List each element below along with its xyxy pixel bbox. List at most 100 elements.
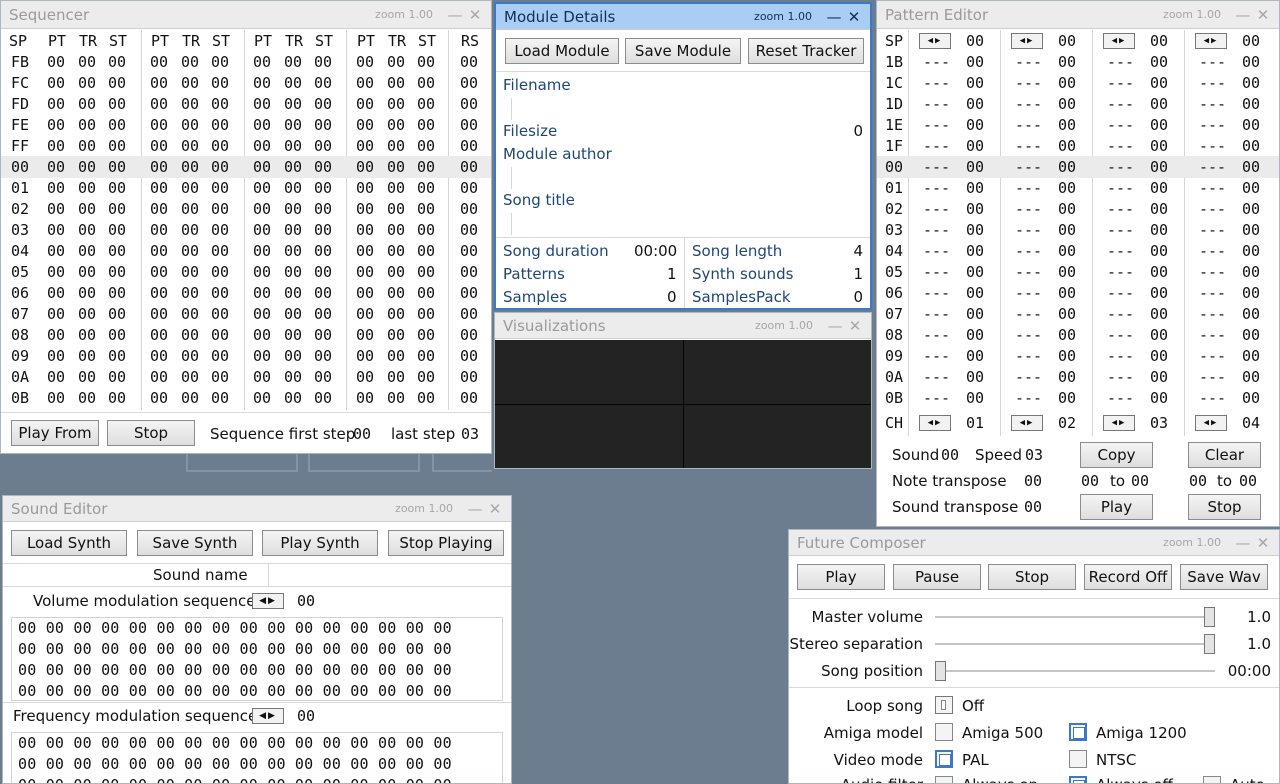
pattern-row[interactable]: 1B --- 00 --- 00 --- 00 --- 00: [877, 51, 1279, 73]
sequence-row[interactable]: 09 00 00 00 00 00 00 00 00 00 00 00 00 00: [1, 345, 491, 367]
note-cell[interactable]: ---: [1199, 240, 1226, 262]
sequence-cell[interactable]: 00: [253, 240, 271, 262]
sequence-cell[interactable]: 00: [460, 219, 478, 241]
sequence-cell[interactable]: 00: [314, 303, 332, 325]
sequence-cell[interactable]: 00: [314, 177, 332, 199]
sequence-cell[interactable]: 00: [460, 156, 478, 178]
sequence-line[interactable]: 00 00 00 00 00 00 00 00 00 00 00 00 00 0…: [18, 619, 452, 637]
sequence-cell[interactable]: 00: [47, 240, 65, 262]
sequence-cell[interactable]: 00: [460, 135, 478, 157]
sequence-cell[interactable]: 00: [150, 303, 168, 325]
sequence-cell[interactable]: 00: [314, 219, 332, 241]
channel-stepper[interactable]: ◀▶: [1011, 33, 1043, 49]
sequence-cell[interactable]: 00: [387, 198, 405, 220]
note-cell[interactable]: ---: [1199, 198, 1226, 220]
value-cell[interactable]: 00: [1242, 156, 1260, 178]
sequence-cell[interactable]: 00: [211, 93, 229, 115]
sequence-cell[interactable]: 00: [284, 366, 302, 388]
note-cell[interactable]: ---: [1107, 51, 1134, 73]
note-cell[interactable]: ---: [1199, 303, 1226, 325]
sequence-row[interactable]: 08 00 00 00 00 00 00 00 00 00 00 00 00 00: [1, 324, 491, 346]
sequence-row[interactable]: FC 00 00 00 00 00 00 00 00 00 00 00 00 00: [1, 72, 491, 94]
value-cell[interactable]: 00: [1242, 366, 1260, 388]
sequence-cell[interactable]: 00: [417, 135, 435, 157]
transpose-value[interactable]: 00: [1150, 30, 1168, 52]
module-details-titlebar[interactable]: Module Details zoom 1.00 — ✕: [496, 4, 870, 30]
sequence-cell[interactable]: 00: [78, 219, 96, 241]
value-cell[interactable]: 00: [1150, 303, 1168, 325]
load-synth-button[interactable]: Load Synth: [11, 530, 127, 556]
sequence-cell[interactable]: 00: [150, 324, 168, 346]
sequence-cell[interactable]: 00: [47, 177, 65, 199]
note-cell[interactable]: ---: [1199, 219, 1226, 241]
sequence-cell[interactable]: 00: [284, 156, 302, 178]
sequence-cell[interactable]: 00: [150, 240, 168, 262]
sequence-cell[interactable]: 00: [314, 345, 332, 367]
note-cell[interactable]: ---: [1015, 324, 1042, 346]
first-step-value[interactable]: 00: [353, 425, 371, 443]
sound-value[interactable]: 00: [941, 446, 959, 464]
sequence-cell[interactable]: 00: [150, 72, 168, 94]
sequence-cell[interactable]: 00: [78, 93, 96, 115]
sequence-cell[interactable]: 00: [181, 366, 199, 388]
sequence-row[interactable]: 04 00 00 00 00 00 00 00 00 00 00 00 00 00: [1, 240, 491, 262]
minimize-icon[interactable]: —: [1233, 6, 1253, 24]
value-cell[interactable]: 00: [1150, 198, 1168, 220]
note-cell[interactable]: ---: [1107, 114, 1134, 136]
note-cell[interactable]: ---: [1015, 219, 1042, 241]
sequence-cell[interactable]: 00: [253, 114, 271, 136]
note-cell[interactable]: ---: [923, 219, 950, 241]
sequence-cell[interactable]: 00: [314, 282, 332, 304]
sequence-cell[interactable]: 00: [387, 324, 405, 346]
sequence-row[interactable]: 00 00 00 00 00 00 00 00 00 00 00 00 00 00: [1, 156, 491, 178]
value-cell[interactable]: 00: [1150, 51, 1168, 73]
value-cell[interactable]: 00: [966, 114, 984, 136]
value-cell[interactable]: 00: [1058, 114, 1076, 136]
song-position-slider[interactable]: [935, 661, 1215, 681]
loop-song-toggle[interactable]: [935, 696, 953, 714]
sequence-cell[interactable]: 00: [211, 366, 229, 388]
value-cell[interactable]: 00: [966, 282, 984, 304]
sequence-cell[interactable]: 00: [314, 366, 332, 388]
amiga-1200-radio[interactable]: [1069, 723, 1087, 741]
sequence-cell[interactable]: 00: [460, 282, 478, 304]
sequence-cell[interactable]: 00: [211, 114, 229, 136]
sequence-cell[interactable]: 00: [108, 135, 126, 157]
sequence-cell[interactable]: 00: [47, 219, 65, 241]
sequence-cell[interactable]: 00: [284, 261, 302, 283]
value-cell[interactable]: 00: [966, 303, 984, 325]
sequence-cell[interactable]: 00: [253, 345, 271, 367]
sequence-cell[interactable]: 00: [47, 114, 65, 136]
stop-playing-button[interactable]: Stop Playing: [388, 530, 504, 556]
value-cell[interactable]: 00: [966, 345, 984, 367]
note-cell[interactable]: ---: [1107, 366, 1134, 388]
sequence-cell[interactable]: 00: [150, 261, 168, 283]
reset-tracker-button[interactable]: Reset Tracker: [748, 38, 864, 64]
sequence-cell[interactable]: 00: [181, 93, 199, 115]
value-cell[interactable]: 00: [1150, 366, 1168, 388]
minimize-icon[interactable]: —: [465, 500, 485, 518]
sequence-cell[interactable]: 00: [417, 345, 435, 367]
sequence-cell[interactable]: 00: [314, 114, 332, 136]
sequence-cell[interactable]: 00: [253, 135, 271, 157]
pattern-row[interactable]: 1C --- 00 --- 00 --- 00 --- 00: [877, 72, 1279, 94]
sequence-cell[interactable]: 00: [284, 387, 302, 409]
value-cell[interactable]: 00: [1150, 177, 1168, 199]
value-cell[interactable]: 00: [1150, 261, 1168, 283]
sequence-cell[interactable]: 00: [108, 282, 126, 304]
sequence-cell[interactable]: 00: [460, 345, 478, 367]
sequence-cell[interactable]: 00: [108, 324, 126, 346]
sequence-row[interactable]: 03 00 00 00 00 00 00 00 00 00 00 00 00 00: [1, 219, 491, 241]
sequence-cell[interactable]: 00: [417, 72, 435, 94]
channel-stepper[interactable]: ◀▶: [1103, 415, 1135, 431]
sequence-cell[interactable]: 00: [150, 135, 168, 157]
sequence-cell[interactable]: 00: [460, 366, 478, 388]
always-off-radio[interactable]: [1069, 776, 1087, 783]
record-button[interactable]: Record Off: [1084, 564, 1172, 590]
sequence-cell[interactable]: 00: [387, 72, 405, 94]
sequence-cell[interactable]: 00: [150, 345, 168, 367]
sequence-cell[interactable]: 00: [78, 135, 96, 157]
value-cell[interactable]: 00: [966, 198, 984, 220]
sequence-cell[interactable]: 00: [181, 219, 199, 241]
pattern-row[interactable]: 02 --- 00 --- 00 --- 00 --- 00: [877, 198, 1279, 220]
